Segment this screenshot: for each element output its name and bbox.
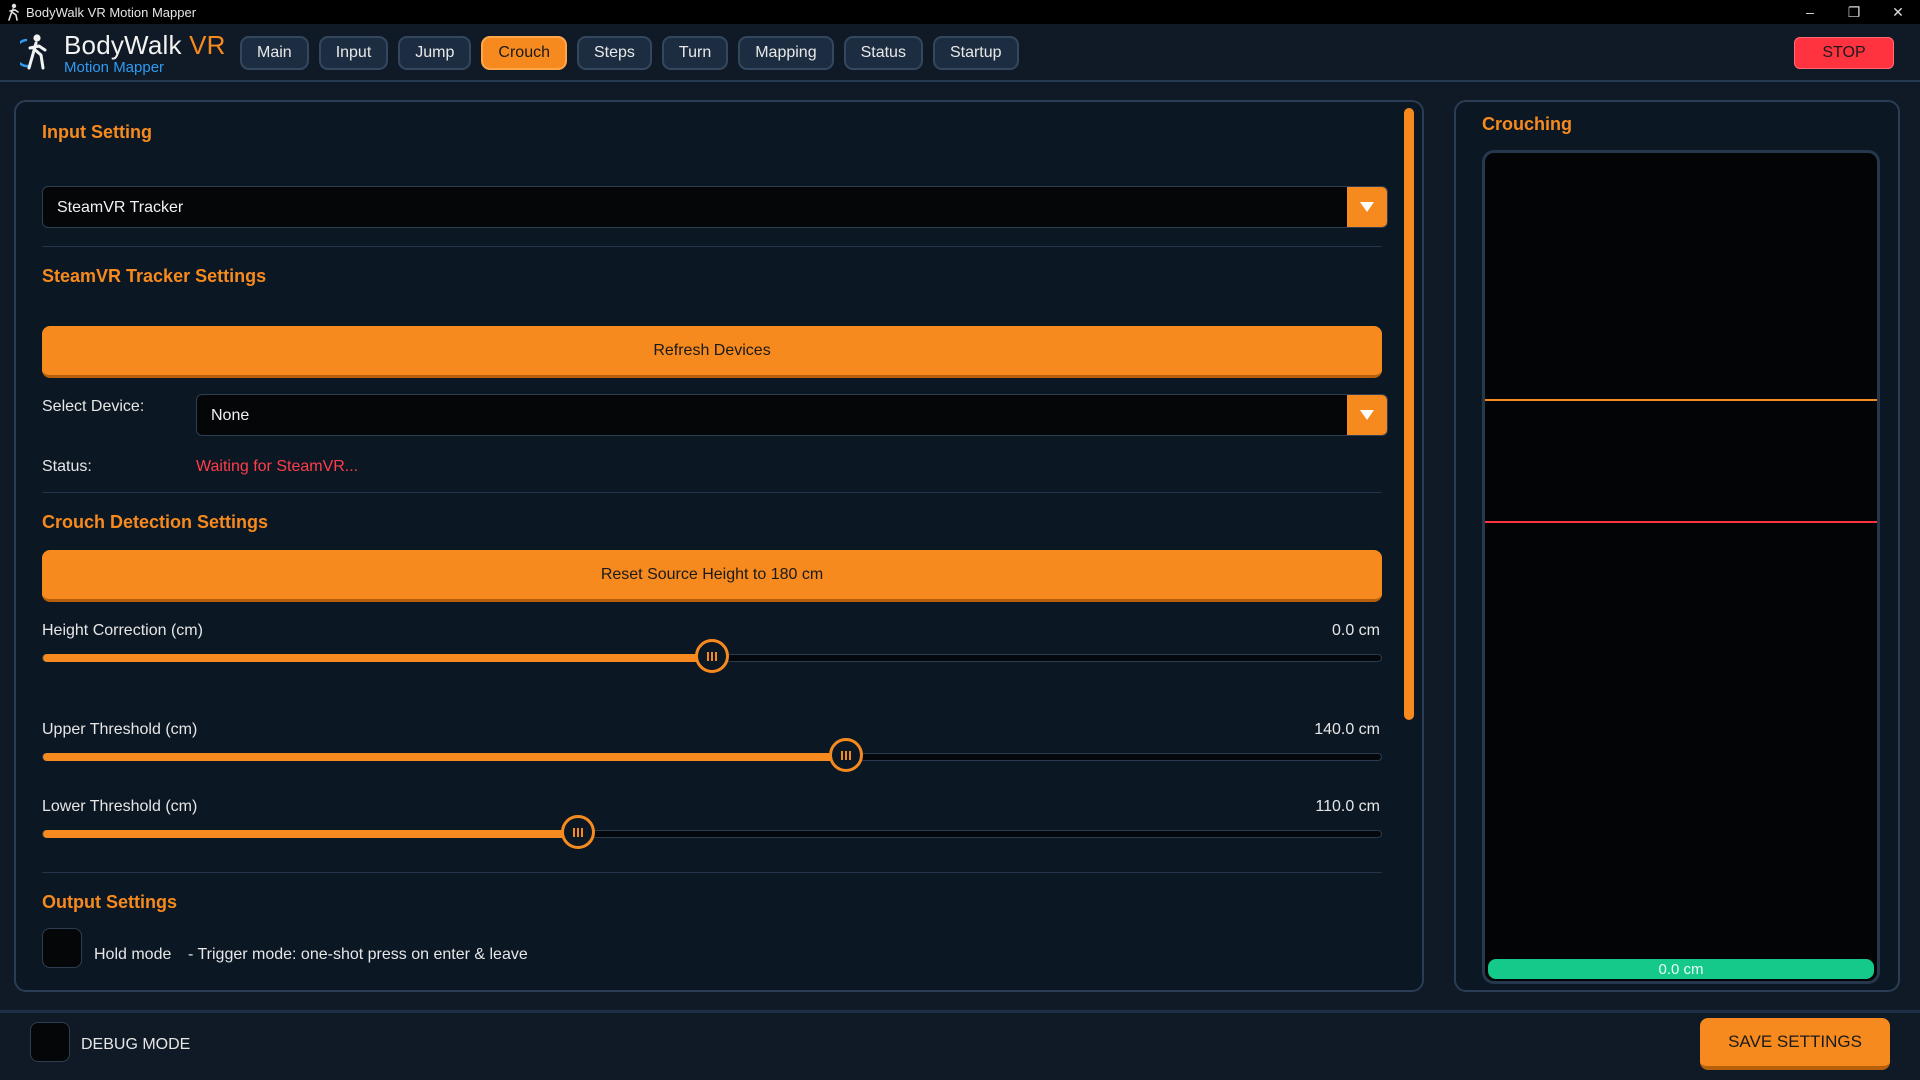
grip-lines-icon[interactable] — [695, 639, 729, 673]
tab-status[interactable]: Status — [843, 36, 923, 70]
minimize-button[interactable]: – — [1788, 0, 1832, 24]
crouch-height-graph: 0.0 cm — [1482, 150, 1880, 984]
logo-text: BodyWalk VR Motion Mapper — [64, 32, 226, 75]
output-settings-title: Output Settings — [42, 892, 177, 912]
app-window: BodyWalk VR Motion Mapper – ❐ ✕ BodyWalk… — [0, 0, 1920, 1080]
lower-threshold-label: Lower Threshold (cm) — [42, 798, 198, 815]
settings-scrollbar[interactable] — [1404, 108, 1414, 720]
crouch-detection-title: Crouch Detection Settings — [42, 512, 269, 532]
current-height-bar: 0.0 cm — [1488, 959, 1874, 979]
restore-button[interactable]: ❐ — [1832, 0, 1876, 24]
tracker-settings-title: SteamVR Tracker Settings — [42, 266, 267, 286]
tab-crouch[interactable]: Crouch — [481, 36, 567, 70]
input-setting-title: Input Setting — [42, 122, 152, 142]
select-device-dropdown[interactable]: None — [196, 394, 1388, 436]
reset-source-height-button[interactable]: Reset Source Height to 180 cm — [42, 550, 1382, 602]
refresh-devices-button[interactable]: Refresh Devices — [42, 326, 1382, 378]
hold-mode-description: - Trigger mode: one-shot press on enter … — [188, 946, 528, 963]
app-header: BodyWalk VR Motion Mapper Main Input Jum… — [0, 24, 1920, 82]
upper-threshold-line — [1485, 399, 1877, 401]
logo-subtitle: Motion Mapper — [64, 59, 165, 76]
logo-title-accent: VR — [189, 30, 226, 60]
logo-title: BodyWalk VR — [64, 32, 226, 58]
tab-mapping[interactable]: Mapping — [738, 36, 834, 70]
hold-mode-label: Hold mode — [94, 946, 172, 963]
height-correction-label: Height Correction (cm) — [42, 622, 203, 639]
title-bar: BodyWalk VR Motion Mapper – ❐ ✕ — [0, 0, 1920, 24]
tab-input[interactable]: Input — [318, 36, 389, 70]
window-title: BodyWalk VR Motion Mapper — [26, 4, 197, 20]
height-correction-slider[interactable] — [42, 639, 1382, 673]
logo-figure-icon — [13, 32, 50, 72]
tab-jump[interactable]: Jump — [398, 36, 472, 70]
stop-button[interactable]: STOP — [1794, 37, 1894, 69]
app-figure-icon — [4, 3, 22, 21]
grip-lines-icon[interactable] — [828, 738, 863, 772]
tab-turn[interactable]: Turn — [661, 36, 729, 70]
tab-main[interactable]: Main — [240, 36, 309, 70]
app-logo: BodyWalk VR Motion Mapper — [13, 32, 226, 75]
crouching-title: Crouching — [1482, 114, 1572, 134]
upper-threshold-slider[interactable] — [42, 738, 1382, 772]
slider-fill — [43, 753, 846, 761]
close-button[interactable]: ✕ — [1876, 0, 1920, 24]
status-value: Waiting for SteamVR... — [196, 458, 359, 475]
section-divider — [42, 872, 1382, 873]
lower-threshold-line — [1485, 521, 1877, 523]
tab-startup[interactable]: Startup — [932, 36, 1019, 70]
window-controls: – ❐ ✕ — [1788, 0, 1920, 24]
crouch-settings-panel: Input Setting SteamVR Tracker SteamVR Tr… — [14, 100, 1424, 992]
triangle-down-icon — [1347, 395, 1387, 435]
lower-threshold-slider[interactable] — [42, 815, 1382, 849]
tab-steps[interactable]: Steps — [576, 36, 652, 70]
select-device-label: Select Device: — [42, 398, 145, 415]
lower-threshold-value: 110.0 cm — [1315, 798, 1380, 815]
main-nav: Main Input Jump Crouch Steps Turn Mappin… — [240, 36, 1019, 70]
save-settings-button[interactable]: SAVE SETTINGS — [1700, 1018, 1890, 1070]
triangle-down-icon — [1347, 187, 1387, 227]
upper-threshold-value: 140.0 cm — [1314, 721, 1380, 738]
current-height-value: 0.0 cm — [1658, 960, 1704, 978]
upper-threshold-label: Upper Threshold (cm) — [42, 721, 198, 738]
hold-mode-checkbox[interactable] — [42, 928, 82, 968]
input-source-dropdown[interactable]: SteamVR Tracker — [42, 186, 1388, 228]
debug-mode-label: DEBUG MODE — [81, 1036, 191, 1053]
slider-fill — [43, 654, 712, 662]
slider-fill — [43, 830, 579, 838]
logo-title-main: BodyWalk — [64, 30, 182, 60]
debug-mode-checkbox[interactable] — [30, 1022, 70, 1062]
grip-lines-icon[interactable] — [561, 815, 596, 849]
input-source-value: SteamVR Tracker — [57, 199, 184, 216]
height-correction-value: 0.0 cm — [1331, 622, 1380, 639]
select-device-value: None — [211, 407, 250, 424]
footer-divider — [0, 1010, 1920, 1013]
crouching-panel: Crouching 0.0 cm — [1454, 100, 1900, 992]
section-divider — [42, 246, 1382, 247]
status-label: Status: — [42, 458, 92, 475]
section-divider — [42, 492, 1382, 493]
